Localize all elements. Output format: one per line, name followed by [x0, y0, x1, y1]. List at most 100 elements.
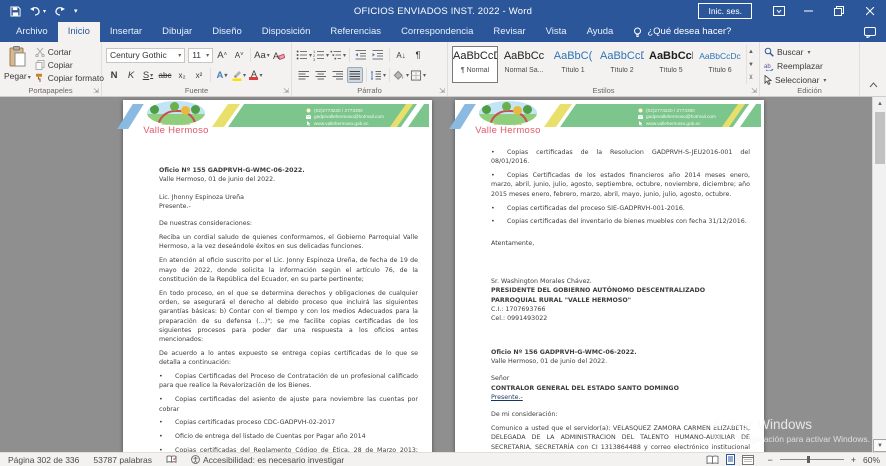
scroll-down-arrow[interactable]: ▼: [873, 439, 886, 452]
vertical-scrollbar[interactable]: ▲ ▼: [872, 97, 886, 452]
minimize-button[interactable]: [794, 0, 824, 22]
strikethrough-button[interactable]: abc: [157, 67, 173, 83]
styles-gallery-more[interactable]: ⊻: [747, 71, 755, 84]
proofing-status[interactable]: [166, 455, 177, 464]
highlight-color-button[interactable]: [231, 67, 247, 83]
logo-image: [479, 101, 537, 125]
bullet-item: •Copias Certificadas de los estados fina…: [491, 171, 750, 199]
increase-indent-button[interactable]: [370, 47, 386, 63]
styles-group: AaBbCcD ¶ Normal AaBbCc Normal Sa... AaB…: [448, 42, 760, 96]
align-left-button[interactable]: [296, 67, 312, 83]
bullet-item: •Copias certificadas del proceso SIE-GAD…: [491, 204, 750, 213]
ribbon: Pegar Cortar Copiar Copiar formato Porta…: [0, 42, 886, 97]
font-size-combo[interactable]: 11: [188, 48, 213, 63]
scroll-up-arrow[interactable]: ▲: [873, 97, 886, 110]
tab-dibujar[interactable]: Dibujar: [152, 22, 202, 42]
align-right-button[interactable]: [330, 67, 346, 83]
tab-vista[interactable]: Vista: [536, 22, 577, 42]
accessibility-status[interactable]: Accesibilidad: es necesario investigar: [191, 455, 344, 465]
bullet-item: •Copias Certificadas del Proceso de Cont…: [159, 372, 418, 391]
undo-icon[interactable]: [29, 3, 46, 19]
tab-archivo[interactable]: Archivo: [6, 22, 58, 42]
styles-scroll-down[interactable]: ▼: [747, 58, 755, 71]
superscript-button[interactable]: x²: [191, 67, 207, 83]
bullet-item: •Oficio de entrega del listado de Cuenta…: [159, 432, 418, 441]
text-effects-button[interactable]: A: [214, 67, 230, 83]
replace-button[interactable]: ab Reemplazar: [764, 59, 855, 73]
tab-inicio[interactable]: Inicio: [58, 22, 100, 42]
tab-disposicion[interactable]: Disposición: [252, 22, 321, 42]
letterhead-logo: GAD PARROQUIAL Valle Hermoso: [143, 101, 209, 136]
format-painter-icon: [35, 73, 45, 83]
tell-me-search[interactable]: ¿Qué desea hacer?: [623, 22, 741, 42]
tab-diseno[interactable]: Diseño: [202, 22, 252, 42]
web-layout-icon[interactable]: [742, 455, 754, 465]
zoom-out-button[interactable]: −: [767, 455, 772, 465]
paragraph: En todo proceso, en el que se determina …: [159, 289, 418, 345]
customize-quick-access-icon[interactable]: ▾: [74, 3, 78, 19]
bullet-list-icon: [296, 49, 308, 61]
style-normal[interactable]: AaBbCcD ¶ Normal: [452, 46, 498, 83]
tab-referencias[interactable]: Referencias: [320, 22, 391, 42]
scrollbar-thumb[interactable]: [875, 112, 885, 164]
read-mode-icon[interactable]: [706, 455, 719, 465]
zoom-slider-thumb[interactable]: [807, 456, 810, 463]
page-right[interactable]: (02)2773220 / 2773300 gadprvallehermoso@…: [455, 100, 764, 452]
style-titulo-5[interactable]: AaBbCcI Título 5: [648, 46, 694, 83]
copy-button[interactable]: Copiar: [35, 58, 104, 71]
close-button[interactable]: [854, 0, 886, 22]
sign-in-button[interactable]: Inic. ses.: [698, 3, 752, 19]
bullets-button[interactable]: [296, 47, 312, 63]
zoom-level[interactable]: 60%: [863, 455, 880, 465]
sort-button[interactable]: A↓: [393, 47, 409, 63]
redo-icon[interactable]: [54, 3, 66, 19]
cut-button[interactable]: Cortar: [35, 45, 104, 58]
numbering-button[interactable]: 123: [313, 47, 329, 63]
multilevel-list-button[interactable]: [330, 47, 346, 63]
ribbon-display-options-icon[interactable]: [764, 0, 794, 22]
tab-correspondencia[interactable]: Correspondencia: [391, 22, 483, 42]
print-layout-icon[interactable]: [725, 454, 736, 465]
highlighter-icon: [232, 69, 242, 81]
restore-button[interactable]: [824, 0, 854, 22]
justify-button[interactable]: [347, 67, 363, 83]
style-titulo-6[interactable]: AaBbCcDc Título 6: [697, 46, 743, 83]
bold-button[interactable]: N: [106, 67, 122, 83]
grow-font-button[interactable]: A˄: [214, 47, 230, 63]
align-center-button[interactable]: [313, 67, 329, 83]
paste-button[interactable]: Pegar: [4, 45, 31, 84]
italic-button[interactable]: K: [123, 67, 139, 83]
zoom-slider[interactable]: [780, 459, 844, 460]
save-icon[interactable]: [10, 3, 21, 19]
select-button[interactable]: Seleccionar: [764, 73, 855, 87]
page-left[interactable]: (02)2773220 / 2773300 gadprvallehermoso@…: [123, 100, 432, 452]
styles-scroll-up[interactable]: ▲: [747, 45, 755, 58]
show-paragraph-marks-button[interactable]: ¶: [410, 47, 426, 63]
style-normal-sa[interactable]: AaBbCc Normal Sa...: [501, 46, 547, 83]
tab-revisar[interactable]: Revisar: [483, 22, 535, 42]
font-color-button[interactable]: A: [248, 67, 264, 83]
page-count[interactable]: Página 302 de 336: [8, 455, 79, 465]
shrink-font-button[interactable]: A˅: [231, 47, 247, 63]
borders-button[interactable]: [410, 67, 426, 83]
change-case-button[interactable]: Aa: [254, 47, 270, 63]
word-count[interactable]: 53787 palabras: [93, 455, 152, 465]
subscript-button[interactable]: x₂: [174, 67, 190, 83]
format-painter-button[interactable]: Copiar formato: [35, 71, 104, 84]
find-button[interactable]: Buscar: [764, 45, 855, 59]
font-family-combo[interactable]: Century Gothic: [106, 48, 185, 63]
clear-formatting-button[interactable]: A: [271, 47, 287, 63]
zoom-in-button[interactable]: +: [851, 455, 856, 465]
shading-button[interactable]: [393, 67, 409, 83]
collapse-ribbon-button[interactable]: [869, 75, 878, 93]
underline-button[interactable]: S: [140, 67, 156, 83]
document-canvas: (02)2773220 / 2773300 gadprvallehermoso@…: [0, 97, 886, 452]
tab-insertar[interactable]: Insertar: [100, 22, 152, 42]
line-spacing-button[interactable]: [370, 67, 386, 83]
style-titulo-2[interactable]: AaBbCcD Título 2: [599, 46, 645, 83]
letterhead-blue-stripe: [117, 104, 144, 129]
decrease-indent-button[interactable]: [353, 47, 369, 63]
tab-ayuda[interactable]: Ayuda: [577, 22, 624, 42]
feedback-comment-icon[interactable]: [864, 27, 876, 38]
style-titulo-1[interactable]: AaBbC( Título 1: [550, 46, 596, 83]
